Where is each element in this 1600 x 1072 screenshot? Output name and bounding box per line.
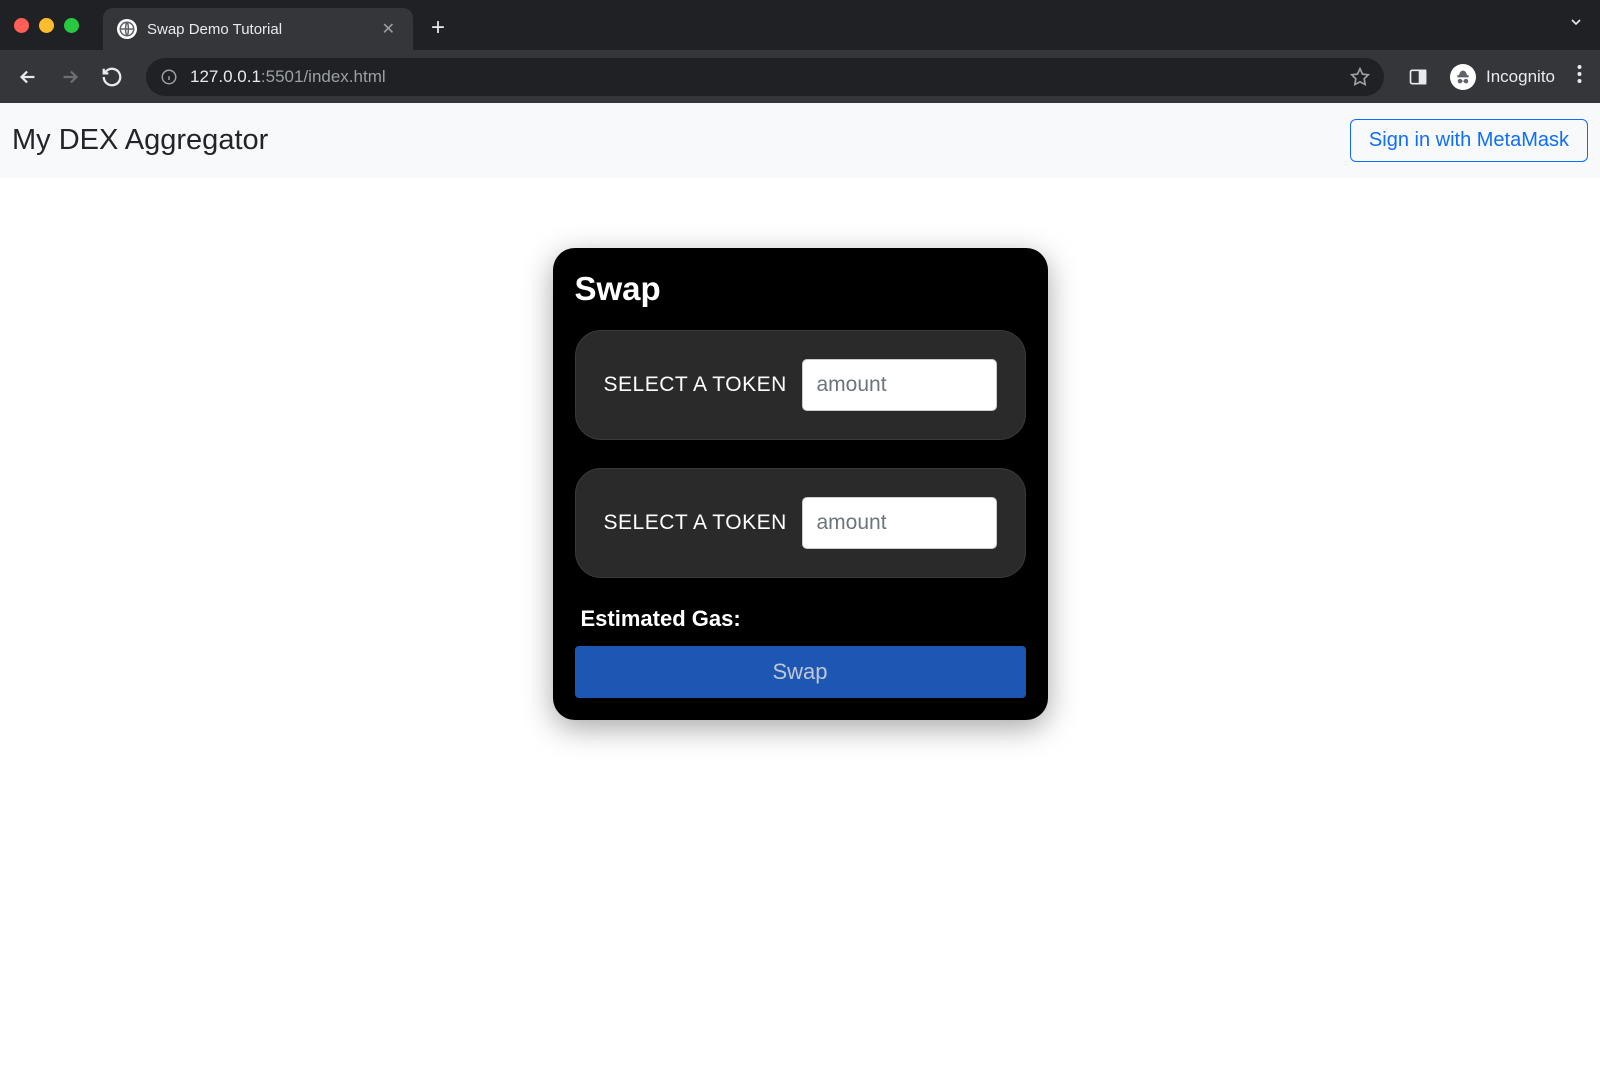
globe-icon	[117, 19, 137, 39]
to-token-row: SELECT A TOKEN	[575, 468, 1026, 578]
app-navbar: My DEX Aggregator Sign in with MetaMask	[0, 103, 1600, 178]
swap-card: Swap SELECT A TOKEN SELECT A TOKEN Estim…	[553, 248, 1048, 720]
reload-button[interactable]	[94, 59, 130, 95]
to-token-select[interactable]: SELECT A TOKEN	[604, 511, 787, 535]
bookmark-star-icon[interactable]	[1350, 67, 1370, 87]
side-panel-icon[interactable]	[1400, 59, 1436, 95]
tab-title: Swap Demo Tutorial	[147, 21, 368, 38]
address-bar[interactable]: 127.0.0.1:5501/index.html	[146, 58, 1384, 96]
main-area: Swap SELECT A TOKEN SELECT A TOKEN Estim…	[0, 178, 1600, 720]
window-maximize-button[interactable]	[64, 18, 79, 33]
incognito-icon	[1450, 64, 1476, 90]
close-icon[interactable]: ✕	[378, 17, 399, 41]
forward-button[interactable]	[52, 59, 88, 95]
from-token-row: SELECT A TOKEN	[575, 330, 1026, 440]
chevron-down-icon[interactable]	[1568, 14, 1584, 35]
info-icon[interactable]	[160, 68, 178, 86]
swap-button[interactable]: Swap	[575, 646, 1026, 698]
to-amount-input[interactable]	[802, 497, 997, 549]
window-controls	[14, 18, 79, 33]
from-amount-input[interactable]	[802, 359, 997, 411]
incognito-label: Incognito	[1486, 67, 1555, 87]
kebab-menu-icon[interactable]	[1569, 64, 1590, 89]
incognito-badge: Incognito	[1450, 64, 1555, 90]
url-text: 127.0.0.1:5501/index.html	[190, 67, 1338, 87]
url-host: 127.0.0.1	[190, 67, 261, 86]
browser-tab[interactable]: Swap Demo Tutorial ✕	[103, 8, 413, 50]
page-content: My DEX Aggregator Sign in with MetaMask …	[0, 103, 1600, 1072]
browser-toolbar: 127.0.0.1:5501/index.html Incognito	[0, 50, 1600, 103]
window-minimize-button[interactable]	[39, 18, 54, 33]
browser-chrome: Swap Demo Tutorial ✕ + 127.0.0.1:5501/in…	[0, 0, 1600, 103]
brand-title: My DEX Aggregator	[12, 124, 268, 157]
estimated-gas-label: Estimated Gas:	[581, 606, 1026, 632]
from-token-select[interactable]: SELECT A TOKEN	[604, 373, 787, 397]
tab-bar: Swap Demo Tutorial ✕ +	[0, 0, 1600, 50]
new-tab-button[interactable]: +	[413, 14, 463, 42]
signin-metamask-button[interactable]: Sign in with MetaMask	[1350, 119, 1588, 162]
window-close-button[interactable]	[14, 18, 29, 33]
back-button[interactable]	[10, 59, 46, 95]
url-path: :5501/index.html	[261, 67, 386, 86]
swap-title: Swap	[575, 270, 1026, 308]
